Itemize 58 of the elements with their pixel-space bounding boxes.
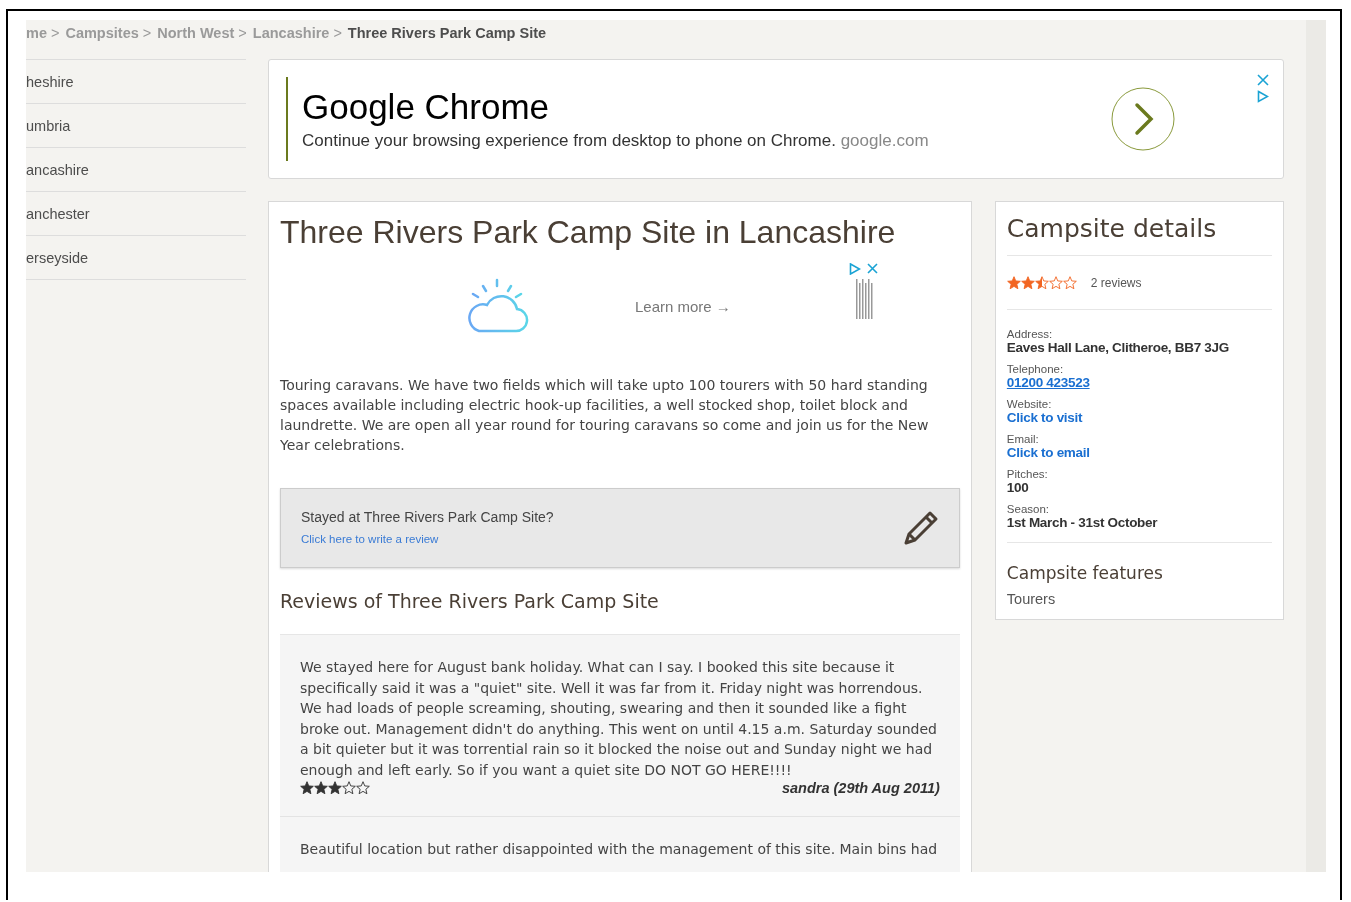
- review-author: sandra (29th Aug 2011): [781, 780, 940, 796]
- field-label: Telephone:: [1006, 363, 1065, 375]
- breadcrumb-separator: >: [50, 25, 60, 43]
- close-icon[interactable]: [867, 263, 878, 274]
- star-icon: [1006, 275, 1021, 290]
- review-count: 2 reviews: [1090, 275, 1142, 290]
- page-title: Three Rivers Park Camp Site in Lancashire: [280, 214, 897, 251]
- field-link[interactable]: Click to visit: [1006, 410, 1272, 425]
- empty-star-icon: [356, 781, 370, 795]
- phone-link[interactable]: 01200 423523: [1006, 375, 1272, 390]
- field-value: Eaves Hall Lane, Clitheroe, BB7 3JG: [1006, 340, 1230, 355]
- details-heading: Campsite details: [1006, 214, 1272, 256]
- star-icon: [314, 781, 328, 795]
- sidebar-link[interactable]: erseyside: [26, 249, 89, 266]
- cloud-sun-icon: [465, 278, 529, 334]
- star-icon: [300, 781, 314, 795]
- sidebar-link[interactable]: anchester: [26, 205, 90, 222]
- sidebar-link[interactable]: umbria: [26, 117, 71, 134]
- field-label: Website:: [1006, 398, 1053, 410]
- empty-star-icon: [1062, 275, 1077, 290]
- close-icon[interactable]: [1257, 74, 1269, 86]
- ad-choices-icon[interactable]: [1257, 90, 1269, 103]
- ad-banner[interactable]: Google Chrome Continue your browsing experience from desktop to phone on Chrome. google.com: [268, 59, 1284, 179]
- features-heading: Campsite features: [1006, 563, 1164, 583]
- sidebar-link[interactable]: heshire: [26, 73, 74, 90]
- description: Touring caravans. We have two fields which will take upto 100 tourers with 50 hard standing spaces available including electric hook-up facilities, a well stocked shop, toilet block and laundrette. We are open all year round for touring caravans so come and join us for the New Year celebrations.: [280, 376, 930, 455]
- feature-item: Tourers: [1006, 591, 1057, 607]
- current-page-label: Three Rivers Park Camp Site: [347, 25, 547, 43]
- sidebar-link[interactable]: ancashire: [26, 161, 89, 178]
- breadcrumb-link[interactable]: North West: [157, 25, 235, 51]
- field-value: 1st March - 31st October: [1006, 515, 1159, 530]
- star-icon: [1020, 275, 1035, 290]
- write-review-link[interactable]: Click here to write a review: [301, 533, 439, 545]
- review-prompt: Stayed at Three Rivers Park Camp Site?: [301, 509, 555, 525]
- ad-text: Continue your browsing experience from desktop to phone on Chrome. google.com: [302, 131, 930, 151]
- star-icon: [328, 781, 342, 795]
- field-link[interactable]: Click to email: [1006, 445, 1272, 460]
- review-text: We stayed here for August bank holiday. What can I say. I booked this site because it specifically said it was a "quiet" site. Well it was far from it. Friday night was horrendous. We had loads of people screaming, shouting, swearing and then it sounded like a fight broke out. Management didn't do anything. This went on until 4.15 a.m. Saturday sounded a bit quieter but it was torrential rain so it blocked the noise out and Sunday night we had enough and left early. So if you want a quiet site DO NOT GO HERE!!!!: [300, 658, 938, 780]
- field-label: Address:: [1006, 328, 1054, 340]
- breadcrumb-separator: >: [333, 25, 342, 43]
- breadcrumb-link[interactable]: me: [26, 25, 47, 51]
- empty-star-icon: [1048, 275, 1063, 290]
- building-icon: [854, 279, 876, 319]
- field-value: 100: [1006, 480, 1030, 495]
- field-label: Season:: [1006, 503, 1051, 515]
- field-label: Pitches:: [1006, 468, 1049, 480]
- breadcrumb-separator: >: [238, 25, 247, 43]
- pencil-icon[interactable]: [902, 510, 939, 546]
- chevron-circle-icon[interactable]: [1111, 87, 1175, 151]
- ad-choices-icon[interactable]: [849, 263, 861, 275]
- learn-more-link[interactable]: Learn more →: [635, 297, 731, 315]
- breadcrumb-link[interactable]: Campsites: [65, 25, 139, 51]
- breadcrumb-separator: >: [142, 25, 152, 43]
- half-star-icon: [1034, 275, 1049, 290]
- field-label: Email:: [1006, 433, 1040, 445]
- ad-title: Google Chrome: [302, 87, 551, 127]
- breadcrumb-link[interactable]: Lancashire: [252, 25, 330, 51]
- review-text: Beautiful location but rather disappointed with the management of this site. Main bins had: [300, 840, 939, 859]
